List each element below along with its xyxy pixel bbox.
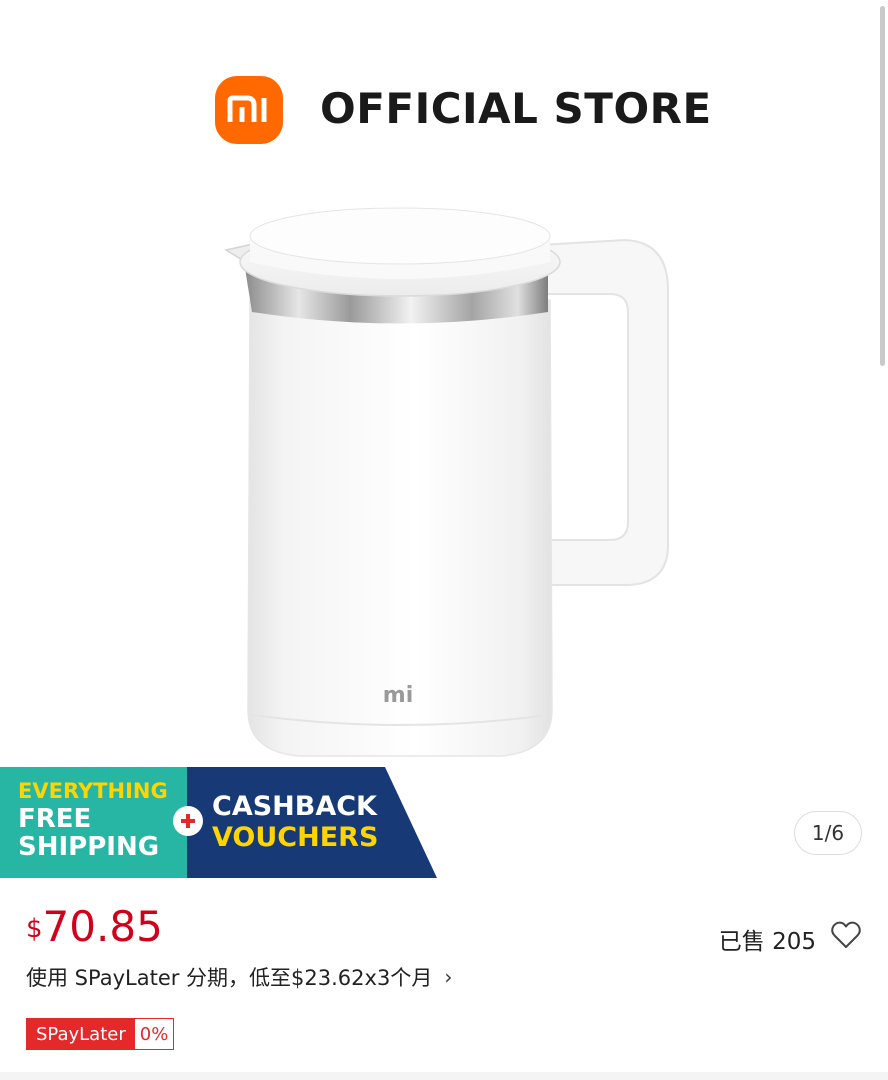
installment-link[interactable]: 使用 SPayLater 分期，低至$23.62x3个月 › — [26, 962, 452, 992]
promo-line-shipping: SHIPPING — [18, 832, 160, 862]
promo-line-vouchers: VOUCHERS — [212, 822, 379, 853]
section-divider — [0, 1072, 888, 1080]
price-amount: 70.85 — [42, 902, 163, 951]
heart-icon[interactable] — [830, 919, 862, 951]
chevron-right-icon: › — [444, 965, 453, 989]
sold-count: 已售 205 — [718, 929, 816, 955]
promo-line-cashback: CASHBACK — [212, 791, 377, 822]
mi-logo-icon — [215, 76, 283, 144]
promo-banner[interactable]: EVERYTHING FREE SHIPPING CASHBACK VOUCHE… — [0, 767, 440, 878]
promo-line-free: FREE — [18, 804, 92, 834]
price: $70.85 — [26, 902, 163, 951]
plus-icon — [173, 806, 203, 836]
spaylater-badge-rate: 0% — [139, 1023, 169, 1045]
store-title: OFFICIAL STORE — [320, 84, 712, 133]
kettle-logo: mi — [383, 683, 413, 708]
promo-line-everything: EVERYTHING — [18, 779, 168, 803]
spaylater-badge-name: SPayLater — [27, 1019, 135, 1049]
installment-text: 使用 SPayLater 分期，低至$23.62x3个月 — [26, 966, 433, 990]
spaylater-badge: SPayLater 0% — [26, 1018, 175, 1050]
price-currency: $ — [26, 914, 43, 944]
image-counter: 1/6 — [794, 811, 862, 855]
